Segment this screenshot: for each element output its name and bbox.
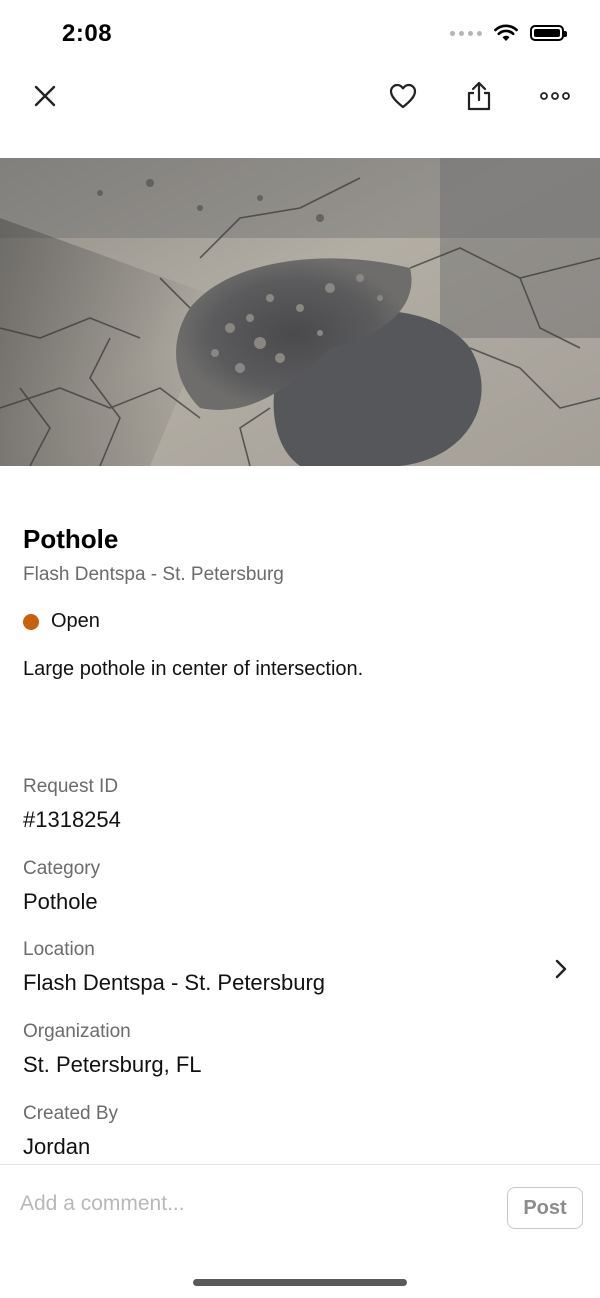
chevron-right-icon[interactable]	[548, 954, 574, 984]
created-by-label: Created By	[23, 1103, 119, 1124]
home-indicator	[193, 1279, 407, 1286]
request-location-line: Flash Dentspa - St. Petersburg	[23, 564, 284, 585]
created-by-value: Jordan	[23, 1134, 91, 1159]
battery-icon	[530, 25, 567, 41]
category-value: Pothole	[23, 889, 98, 914]
comment-input[interactable]	[20, 1186, 490, 1222]
request-description: Large pothole in center of intersection.	[23, 658, 364, 680]
category-label: Category	[23, 858, 101, 879]
wifi-icon	[494, 24, 518, 41]
location-label: Location	[23, 939, 95, 960]
pothole-image	[0, 158, 600, 466]
signal-icon	[450, 30, 482, 36]
status-icons	[450, 24, 567, 42]
organization-value: St. Petersburg, FL	[23, 1052, 202, 1077]
share-button[interactable]	[454, 70, 504, 122]
status-text: Open	[51, 610, 100, 632]
request-id-value: #1318254	[23, 807, 121, 832]
comment-divider	[0, 1164, 600, 1165]
status-dot-icon	[23, 613, 39, 630]
status-row: Open	[23, 610, 100, 633]
request-title: Pothole	[23, 524, 119, 554]
heart-icon	[389, 83, 417, 109]
organization-label: Organization	[23, 1021, 131, 1042]
status-time: 2:08	[62, 20, 113, 47]
request-photo[interactable]	[0, 158, 600, 466]
share-icon	[467, 81, 491, 111]
nav-bar	[0, 70, 600, 130]
location-value: Flash Dentspa - St. Petersburg	[23, 970, 326, 995]
close-icon	[34, 85, 56, 107]
more-icon	[540, 92, 570, 100]
post-button[interactable]: Post	[507, 1187, 583, 1229]
request-id-label: Request ID	[23, 776, 119, 797]
favorite-button[interactable]	[378, 70, 428, 122]
status-bar: 2:08	[0, 0, 600, 70]
more-button[interactable]	[530, 70, 580, 122]
close-button[interactable]	[20, 70, 70, 122]
